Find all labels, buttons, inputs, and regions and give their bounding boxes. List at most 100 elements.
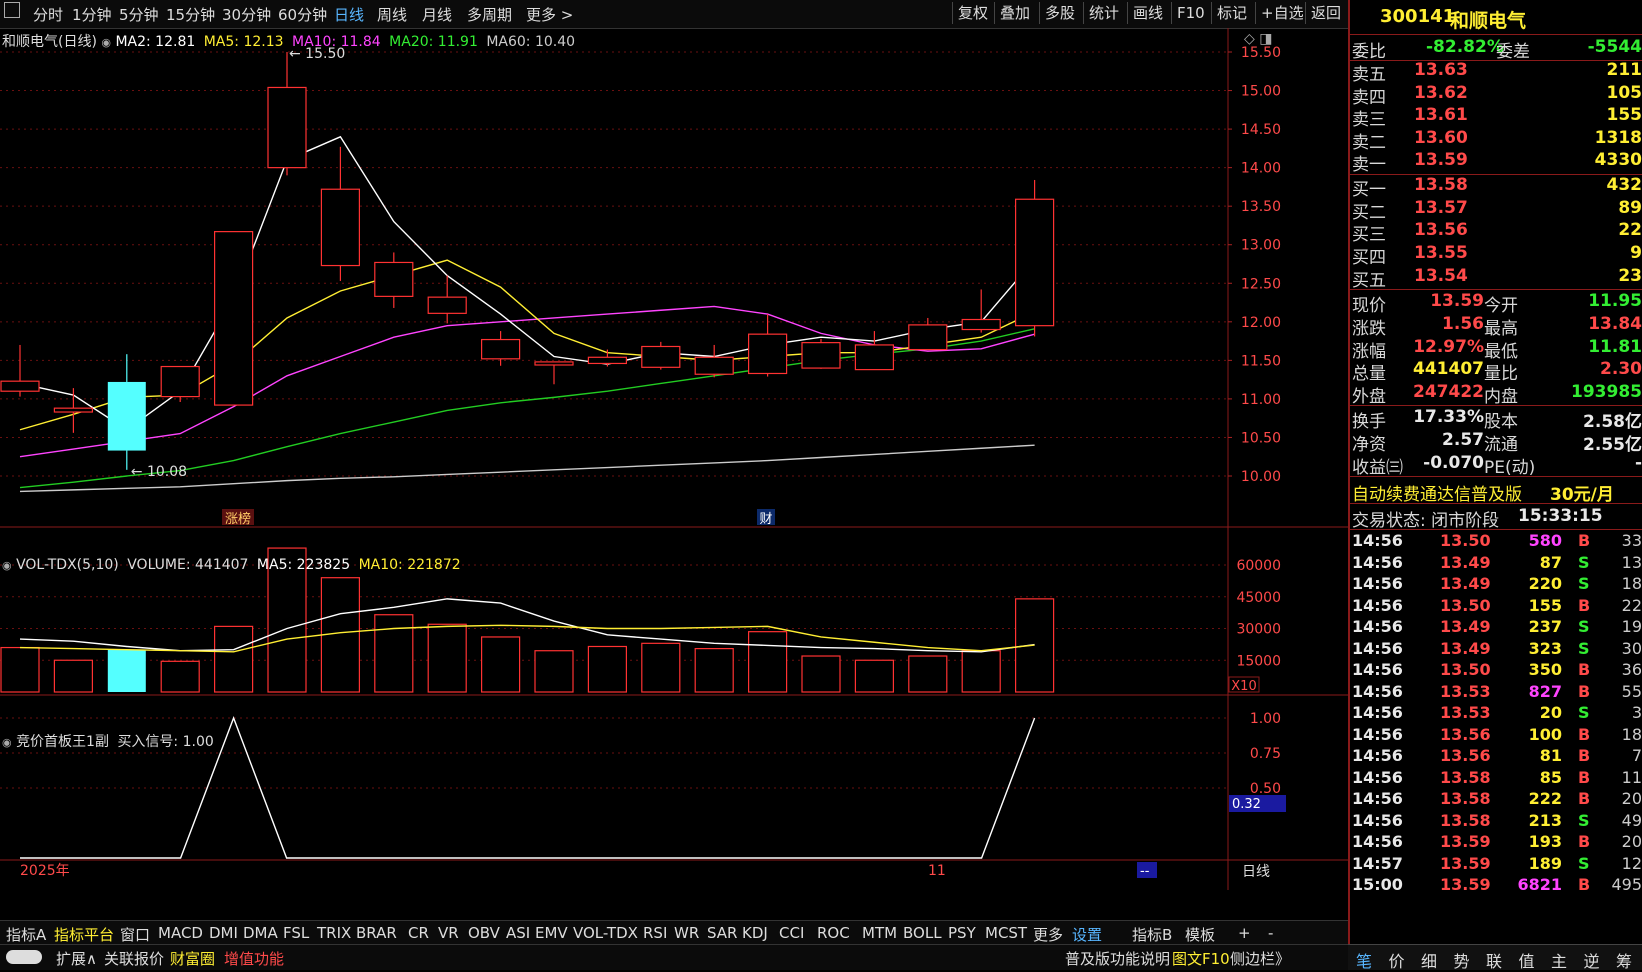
indicator-tab[interactable]: ASI <box>506 924 530 942</box>
f10-button[interactable]: 图文F10 <box>1172 948 1230 969</box>
expand-button[interactable]: 扩展∧ <box>56 948 97 969</box>
tab-period-3[interactable]: 15分钟 <box>166 4 215 25</box>
indicator-tab[interactable]: TRIX <box>317 924 351 942</box>
bid-row[interactable]: 买五13.5423 <box>1350 266 1642 289</box>
indicator-tab[interactable]: DMA <box>243 924 278 942</box>
indicator-tab[interactable]: 窗口 <box>120 924 150 945</box>
indicator-tab[interactable]: KDJ <box>742 924 768 942</box>
tab-period-daily[interactable]: 日线 <box>334 4 364 25</box>
quote-row[interactable]: 涨幅12.97%最低11.81 <box>1350 337 1642 360</box>
tool-multi-button[interactable]: 多股 <box>1039 2 1080 24</box>
related-quote-button[interactable]: 关联报价 <box>104 948 164 969</box>
indicator-tab[interactable]: 指标B <box>1132 924 1172 945</box>
tab-more[interactable]: 更多 > <box>526 4 573 25</box>
panel-tab[interactable]: 细 <box>1421 948 1437 972</box>
indicator-tab[interactable]: ROC <box>817 924 850 942</box>
help-button[interactable]: 普及版功能说明 <box>1065 948 1170 969</box>
tool-overlay-button[interactable]: 叠加 <box>994 2 1035 24</box>
tick-row[interactable]: 14:5613.5681B7 <box>1350 746 1642 768</box>
sidebar-button[interactable]: 侧边栏》 <box>1230 948 1290 969</box>
ask-row[interactable]: 卖五13.63211 <box>1350 60 1642 83</box>
tick-row[interactable]: 14:5613.56100B18 <box>1350 725 1642 747</box>
tool-f10-button[interactable]: F10 <box>1171 2 1210 24</box>
tick-row[interactable]: 14:5613.4987S13 <box>1350 553 1642 575</box>
indicator-tab[interactable]: 指标平台 <box>54 924 114 945</box>
ask-row[interactable]: 卖四13.62105 <box>1350 83 1642 106</box>
indicator-tab[interactable]: + <box>1238 924 1251 942</box>
tool-fuquan-button[interactable]: 复权 <box>952 2 993 24</box>
indicator-tab[interactable]: 指标A <box>6 924 46 945</box>
tab-period-0[interactable]: 分时 <box>33 4 63 25</box>
tab-period-8[interactable]: 月线 <box>422 4 452 25</box>
tool-draw-button[interactable]: 画线 <box>1127 2 1168 24</box>
tab-period-7[interactable]: 周线 <box>377 4 407 25</box>
indicator-tab[interactable]: VR <box>438 924 459 942</box>
ask-row[interactable]: 卖二13.601318 <box>1350 128 1642 151</box>
tick-row[interactable]: 15:0013.596821B495 <box>1350 875 1642 897</box>
quote-row[interactable]: 外盘247422内盘193985 <box>1350 382 1642 405</box>
bid-row[interactable]: 买二13.5789 <box>1350 198 1642 221</box>
tick-row[interactable]: 14:5613.50350B36 <box>1350 660 1642 682</box>
ask-row[interactable]: 卖三13.61155 <box>1350 105 1642 128</box>
indicator-tab[interactable]: BOLL <box>903 924 942 942</box>
value-add-button[interactable]: 增值功能 <box>224 948 284 969</box>
tick-row[interactable]: 14:5613.5320S3 <box>1350 703 1642 725</box>
menu-icon[interactable] <box>4 2 20 18</box>
indicator-tab[interactable]: 模板 <box>1185 924 1215 945</box>
bid-row[interactable]: 买四13.559 <box>1350 243 1642 266</box>
tick-row[interactable]: 14:5613.50155B22 <box>1350 596 1642 618</box>
bid-row[interactable]: 买三13.5622 <box>1350 220 1642 243</box>
panel-tab[interactable]: 逆 <box>1584 948 1600 972</box>
fund-row[interactable]: 净资2.57流通2.55亿 <box>1350 430 1642 453</box>
indicator-tab[interactable]: CR <box>408 924 429 942</box>
panel-tab[interactable]: 价 <box>1389 948 1405 972</box>
tab-period-9[interactable]: 多周期 <box>467 4 512 25</box>
indicator-tab[interactable]: VOL-TDX <box>573 924 638 942</box>
tick-row[interactable]: 14:5613.49237S19 <box>1350 617 1642 639</box>
panel-tab[interactable]: 联 <box>1486 948 1502 972</box>
tool-stats-button[interactable]: 统计 <box>1083 2 1124 24</box>
indicator-tab[interactable]: WR <box>674 924 699 942</box>
indicator-tab[interactable]: EMV <box>535 924 568 942</box>
fund-row[interactable]: 换手17.33%股本2.58亿 <box>1350 407 1642 430</box>
tick-row[interactable]: 14:5613.49323S30 <box>1350 639 1642 661</box>
fortune-circle-button[interactable]: 财富圈 <box>170 948 215 969</box>
tool-mark-button[interactable]: 标记 <box>1211 2 1252 24</box>
bid-row[interactable]: 买一13.58432 <box>1350 175 1642 198</box>
promo-text[interactable]: 自动续费通达信普及版 <box>1352 480 1522 505</box>
ask-row[interactable]: 卖一13.594330 <box>1350 150 1642 173</box>
panel-tab[interactable]: 势 <box>1454 948 1470 972</box>
panel-tab[interactable]: 主 <box>1551 948 1567 972</box>
panel-tab[interactable]: 筹 <box>1616 948 1632 972</box>
indicator-tab[interactable]: MTM <box>862 924 897 942</box>
indicator-tab[interactable]: 设置 <box>1072 924 1102 945</box>
fund-row[interactable]: 收益㈢-0.070PE(动)- <box>1350 453 1642 476</box>
indicator-tab[interactable]: PSY <box>948 924 976 942</box>
tab-period-1[interactable]: 1分钟 <box>72 4 112 25</box>
tick-row[interactable]: 14:5613.58222B20 <box>1350 789 1642 811</box>
indicator-tab[interactable]: BRAR <box>356 924 397 942</box>
indicator-tab[interactable]: DMI <box>209 924 238 942</box>
quote-row[interactable]: 涨跌1.56最高13.84 <box>1350 314 1642 337</box>
quote-row[interactable]: 现价13.59今开11.95 <box>1350 291 1642 314</box>
indicator-tab[interactable]: RSI <box>643 924 667 942</box>
tool-back-button[interactable]: 返回 <box>1305 2 1346 24</box>
quote-row[interactable]: 总量441407量比2.30 <box>1350 359 1642 382</box>
panel-tab[interactable]: 值 <box>1519 948 1535 972</box>
tab-period-4[interactable]: 30分钟 <box>222 4 271 25</box>
tool-watchlist-button[interactable]: +自选 <box>1255 2 1309 24</box>
tick-row[interactable]: 14:5713.59189S12 <box>1350 854 1642 876</box>
indicator-tab[interactable]: MACD <box>158 924 203 942</box>
promo-row[interactable]: 自动续费通达信普及版 30元/月 <box>1350 480 1642 503</box>
indicator-tab[interactable]: 更多 <box>1033 924 1063 945</box>
tick-row[interactable]: 14:5613.5885B11 <box>1350 768 1642 790</box>
tick-row[interactable]: 14:5613.50580B33 <box>1350 531 1642 553</box>
collapse-icon[interactable]: ◉ <box>2 736 12 749</box>
tab-period-2[interactable]: 5分钟 <box>119 4 159 25</box>
indicator-tab[interactable]: SAR <box>707 924 737 942</box>
tick-row[interactable]: 14:5613.49220S18 <box>1350 574 1642 596</box>
tick-row[interactable]: 14:5613.58213S49 <box>1350 811 1642 833</box>
tab-period-5[interactable]: 60分钟 <box>278 4 327 25</box>
indicator-tab[interactable]: - <box>1268 924 1273 942</box>
expand-icon[interactable]: ◇ ◨ <box>1244 31 1272 47</box>
